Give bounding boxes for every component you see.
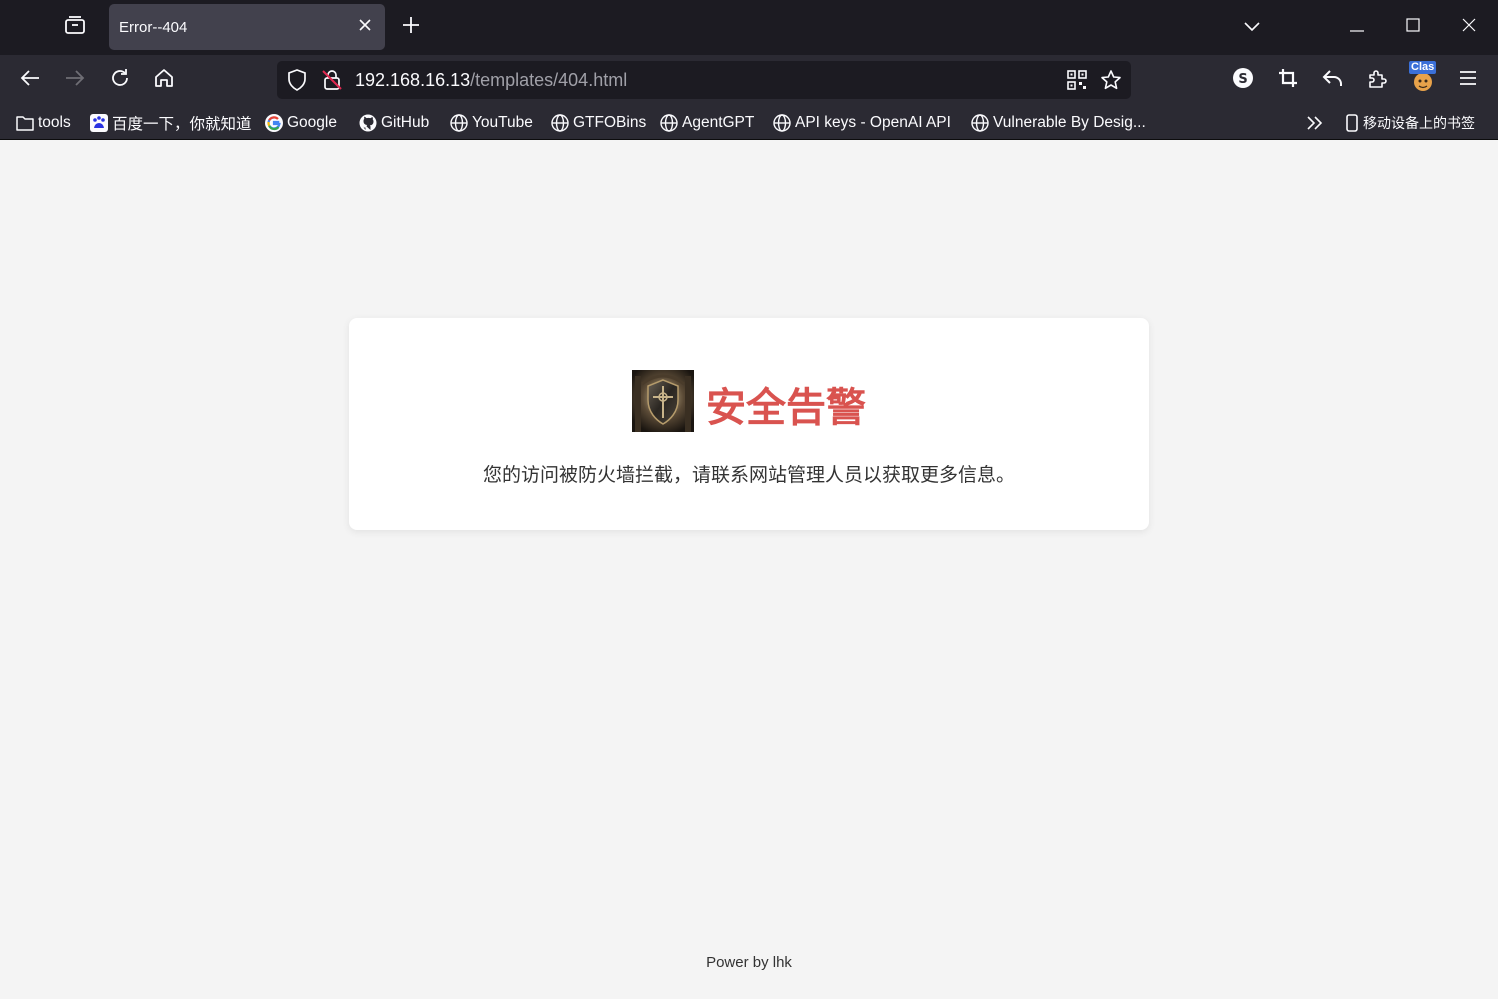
close-icon [1462, 18, 1476, 37]
puzzle-icon [1367, 67, 1389, 94]
bookmark-vulnerable-by-design[interactable]: Vulnerable By Desig... [971, 111, 1146, 135]
bookmark-youtube[interactable]: YouTube [450, 111, 533, 135]
clash-badge: Clas [1409, 61, 1437, 74]
insecure-lock-icon[interactable] [320, 68, 344, 92]
plus-icon [402, 16, 420, 39]
bookmark-agentgpt[interactable]: AgentGPT [660, 111, 754, 135]
bookmark-label: AgentGPT [682, 114, 755, 131]
minimize-button[interactable] [1329, 0, 1385, 55]
undo-extension-button[interactable] [1316, 63, 1350, 97]
qr-code-icon[interactable] [1065, 68, 1089, 92]
bookmark-baidu[interactable]: 百度一下，你就知道 [90, 111, 252, 135]
window-close-button[interactable] [1441, 0, 1497, 55]
maximize-button[interactable] [1385, 0, 1441, 55]
tab-list-icon [64, 15, 86, 40]
undo-icon [1322, 68, 1344, 93]
bookmark-label: Vulnerable By Desig... [993, 114, 1146, 131]
clash-extension-button[interactable]: Clas [1406, 61, 1440, 97]
hamburger-menu-icon [1459, 70, 1477, 91]
svg-text:S: S [1238, 72, 1247, 87]
home-icon [154, 68, 174, 93]
alert-card: 安全告警 您的访问被防火墙拦截，请联系网站管理人员以获取更多信息。 [349, 318, 1149, 530]
bookmark-github[interactable]: GitHub [359, 111, 429, 135]
home-button[interactable] [147, 63, 181, 97]
globe-icon [450, 114, 468, 132]
forward-button[interactable] [58, 63, 92, 97]
chevron-double-right-icon [1306, 114, 1324, 132]
reload-button[interactable] [103, 63, 137, 97]
list-all-tabs-button[interactable] [1224, 0, 1280, 55]
bookmark-google[interactable]: Google [265, 111, 337, 135]
tab-list-button[interactable] [55, 8, 95, 46]
arrow-left-icon [20, 69, 40, 92]
bookmark-label: GitHub [381, 114, 430, 131]
mobile-bookmarks[interactable]: 移动设备上的书签 [1343, 111, 1475, 135]
page-content: 安全告警 您的访问被防火墙拦截，请联系网站管理人员以获取更多信息。 Power … [0, 141, 1498, 999]
tab-strip: Error--404 [0, 0, 1498, 55]
address-bar[interactable]: 192.168.16.13/templates/404.html [277, 61, 1131, 99]
bookmark-label: GTFOBins [573, 114, 647, 131]
folder-icon [16, 114, 34, 132]
reload-icon [110, 68, 130, 93]
close-icon [358, 18, 372, 37]
chevron-down-icon [1244, 19, 1260, 37]
minimize-icon [1350, 19, 1364, 37]
app-menu-button[interactable] [1451, 63, 1485, 97]
globe-icon [971, 114, 989, 132]
arrow-right-icon [65, 69, 85, 92]
bookmark-folder-tools[interactable]: tools [16, 111, 71, 135]
shield-emblem-icon [632, 370, 694, 437]
bookmark-star-icon[interactable] [1099, 68, 1123, 92]
bookmark-label: 百度一下，你就知道 [112, 116, 252, 133]
page-footer: Power by lhk [706, 954, 792, 971]
github-icon [359, 114, 377, 132]
bookmarks-toolbar: tools 百度一下，你就知道 Google GitHub YouTube GT… [0, 106, 1498, 140]
bookmark-gtfobins[interactable]: GTFOBins [551, 111, 646, 135]
skype-extension-button[interactable]: S [1226, 63, 1260, 97]
baidu-icon [90, 114, 108, 132]
globe-icon [551, 114, 569, 132]
url-text: 192.168.16.13/templates/404.html [355, 70, 627, 91]
google-icon [265, 114, 283, 132]
bookmark-label: tools [38, 114, 71, 131]
bookmark-label: API keys - OpenAI API [795, 114, 951, 131]
alert-title: 安全告警 [706, 384, 866, 431]
clash-icon: Clas [1409, 61, 1437, 93]
new-tab-button[interactable] [396, 12, 426, 42]
navigation-toolbar: 192.168.16.13/templates/404.html S Clas [0, 55, 1498, 106]
maximize-icon [1406, 18, 1420, 37]
url-path: /templates/404.html [470, 70, 628, 90]
bookmark-label: Google [287, 114, 337, 131]
tab-close-button[interactable] [353, 15, 377, 39]
alert-header: 安全告警 [632, 370, 866, 437]
crop-icon [1278, 68, 1298, 93]
bookmark-label: YouTube [472, 114, 533, 131]
extensions-button[interactable] [1361, 63, 1395, 97]
back-button[interactable] [13, 63, 47, 97]
bookmark-openai-api-keys[interactable]: API keys - OpenAI API [773, 111, 951, 135]
alert-message: 您的访问被防火墙拦截，请联系网站管理人员以获取更多信息。 [482, 464, 1015, 486]
skype-icon: S [1232, 67, 1254, 94]
screenshot-crop-button[interactable] [1271, 63, 1305, 97]
url-host: 192.168.16.13 [355, 70, 471, 90]
more-bookmarks-button[interactable] [1306, 111, 1324, 135]
active-tab[interactable]: Error--404 [109, 4, 385, 50]
globe-icon [773, 114, 791, 132]
mobile-phone-icon [1343, 114, 1361, 132]
tab-title: Error--404 [119, 18, 188, 36]
shield-icon[interactable] [285, 68, 309, 92]
globe-icon [660, 114, 678, 132]
mobile-bookmarks-label: 移动设备上的书签 [1363, 116, 1475, 132]
